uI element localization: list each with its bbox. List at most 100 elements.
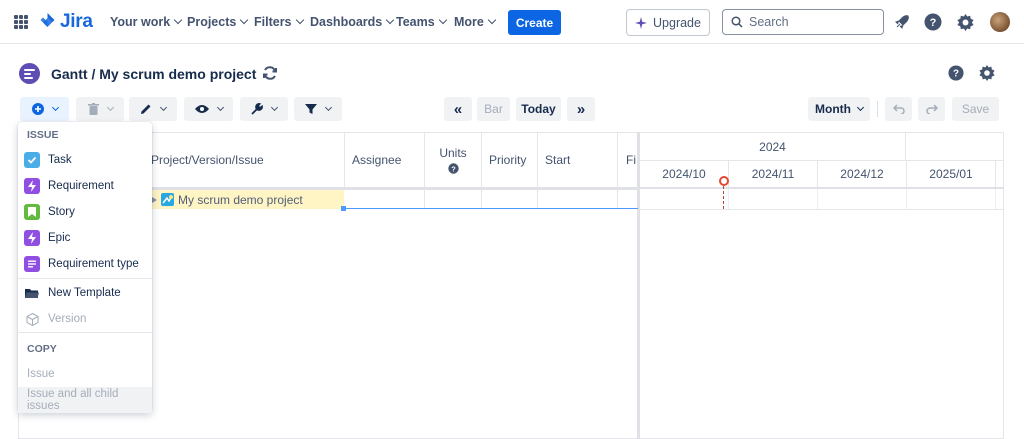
selection-handle[interactable] (341, 206, 346, 211)
version-icon (24, 311, 40, 327)
plus-circle-icon (31, 103, 44, 115)
menu-item-epic[interactable]: Epic (18, 225, 152, 251)
page-title: Gantt / My scrum demo project (51, 66, 257, 82)
help-icon[interactable]: ? (948, 65, 964, 84)
settings-icon[interactable] (955, 12, 975, 32)
edit-dropdown-button[interactable] (129, 97, 177, 121)
search-placeholder: Search (749, 15, 789, 29)
cell-assignee[interactable] (345, 190, 425, 209)
column-label: Units (439, 146, 467, 160)
menu-divider (18, 278, 152, 279)
redo-button[interactable] (918, 97, 945, 121)
cell-start[interactable] (538, 190, 618, 209)
delete-dropdown-button[interactable] (76, 97, 124, 121)
product-name: Jira (60, 11, 93, 32)
avatar[interactable] (990, 12, 1010, 32)
scale-dropdown[interactable]: Month (808, 97, 870, 121)
expand-caret-icon[interactable] (152, 196, 157, 203)
app-switcher-icon[interactable] (14, 15, 28, 29)
cell-units[interactable] (425, 190, 482, 209)
nav-filters[interactable]: Filters (254, 15, 304, 29)
column-header-start[interactable]: Start (538, 133, 618, 187)
view-dropdown-button[interactable] (184, 97, 233, 121)
top-navigation: Jira Your work Projects Filters Dashboar… (0, 0, 1024, 44)
column-header-priority[interactable]: Priority (482, 133, 538, 187)
nav-teams[interactable]: Teams (396, 15, 447, 29)
sparkle-icon (635, 16, 648, 29)
project-name: My scrum demo project (178, 192, 303, 207)
menu-divider (18, 332, 152, 333)
nav-dashboards[interactable]: Dashboards (310, 15, 395, 29)
toolbar-divider (877, 101, 878, 117)
cell-priority[interactable] (482, 190, 538, 209)
column-label: Fi (626, 153, 636, 167)
upgrade-label: Upgrade (653, 15, 701, 30)
timeline-month: 2024/11 (729, 161, 818, 187)
timeline-month: 2025/01 (907, 161, 996, 187)
search-input[interactable]: Search (722, 9, 884, 35)
nav-label: Teams (396, 15, 435, 29)
menu-item-label: Version (48, 313, 87, 325)
column-header-project[interactable]: Project/Version/Issue (150, 133, 345, 187)
create-button[interactable]: Create (508, 10, 561, 35)
menu-section-issue: ISSUE (27, 129, 59, 141)
refresh-icon[interactable] (262, 65, 278, 84)
today-button[interactable]: Today (516, 97, 561, 121)
menu-item-copy-issue[interactable]: Issue (18, 361, 152, 387)
undo-icon (892, 104, 905, 114)
search-icon (731, 16, 743, 28)
help-icon[interactable]: ? (923, 12, 943, 32)
info-icon[interactable]: ? (447, 163, 459, 174)
column-label: Assignee (352, 153, 402, 167)
menu-item-requirement-type[interactable]: Requirement type (18, 251, 152, 277)
table-row[interactable]: My scrum demo project (150, 190, 344, 209)
menu-item-requirement[interactable]: Requirement (18, 173, 152, 199)
menu-item-label: Issue and all child issues (27, 388, 119, 412)
nav-projects[interactable]: Projects (187, 15, 249, 29)
svg-text:?: ? (953, 69, 959, 80)
save-button[interactable]: Save (952, 97, 999, 121)
gantt-app-icon (19, 63, 40, 84)
timeline-cell (907, 189, 996, 209)
menu-item-label: Epic (48, 232, 71, 244)
scroll-forward-label: » (576, 100, 586, 118)
timeline-year: 2024 (640, 133, 906, 161)
menu-item-copy-issue-children[interactable]: Issue and all child issues (18, 387, 152, 413)
tools-dropdown-button[interactable] (240, 97, 288, 121)
nav-more[interactable]: More (454, 15, 497, 29)
menu-item-label: New Template (48, 287, 121, 299)
bar-label: Bar (484, 102, 503, 116)
column-header-assignee[interactable]: Assignee (345, 133, 425, 187)
undo-button[interactable] (885, 97, 912, 121)
chevron-down-icon (51, 103, 59, 111)
scroll-forward-button[interactable]: » (567, 97, 595, 121)
column-header-finish[interactable]: Fi (618, 133, 637, 187)
chevron-down-icon (240, 15, 249, 25)
gantt-settings-icon[interactable] (979, 65, 995, 84)
timeline-month: 2024/12 (818, 161, 907, 187)
menu-item-task[interactable]: Task (18, 147, 152, 173)
column-header-units[interactable]: Units ? (425, 133, 482, 187)
jira-logo-icon (40, 13, 55, 27)
menu-item-version[interactable]: Version (18, 306, 152, 332)
chevron-down-icon (487, 15, 497, 25)
nav-your-work[interactable]: Your work (110, 15, 183, 29)
notifications-icon[interactable] (892, 12, 912, 32)
jira-logo[interactable]: Jira (39, 11, 93, 33)
menu-item-label: Requirement (48, 180, 114, 192)
menu-item-new-template[interactable]: New Template (18, 280, 152, 306)
requirement-type-icon (24, 256, 40, 272)
column-label: Priority (489, 153, 527, 167)
eye-icon (194, 105, 209, 113)
upgrade-button[interactable]: Upgrade (626, 9, 710, 36)
chevron-down-icon (106, 103, 114, 111)
chevron-down-icon (438, 15, 447, 25)
nav-label: Dashboards (310, 15, 383, 29)
add-menu: ISSUE Task Requirement Story Epic Requir… (18, 122, 152, 413)
add-dropdown-button[interactable] (20, 97, 69, 121)
filter-dropdown-button[interactable] (294, 97, 342, 121)
menu-item-story[interactable]: Story (18, 199, 152, 225)
nav-label: Your work (110, 15, 171, 29)
scroll-back-button[interactable]: « (444, 97, 472, 121)
bar-button[interactable]: Bar (477, 97, 510, 121)
